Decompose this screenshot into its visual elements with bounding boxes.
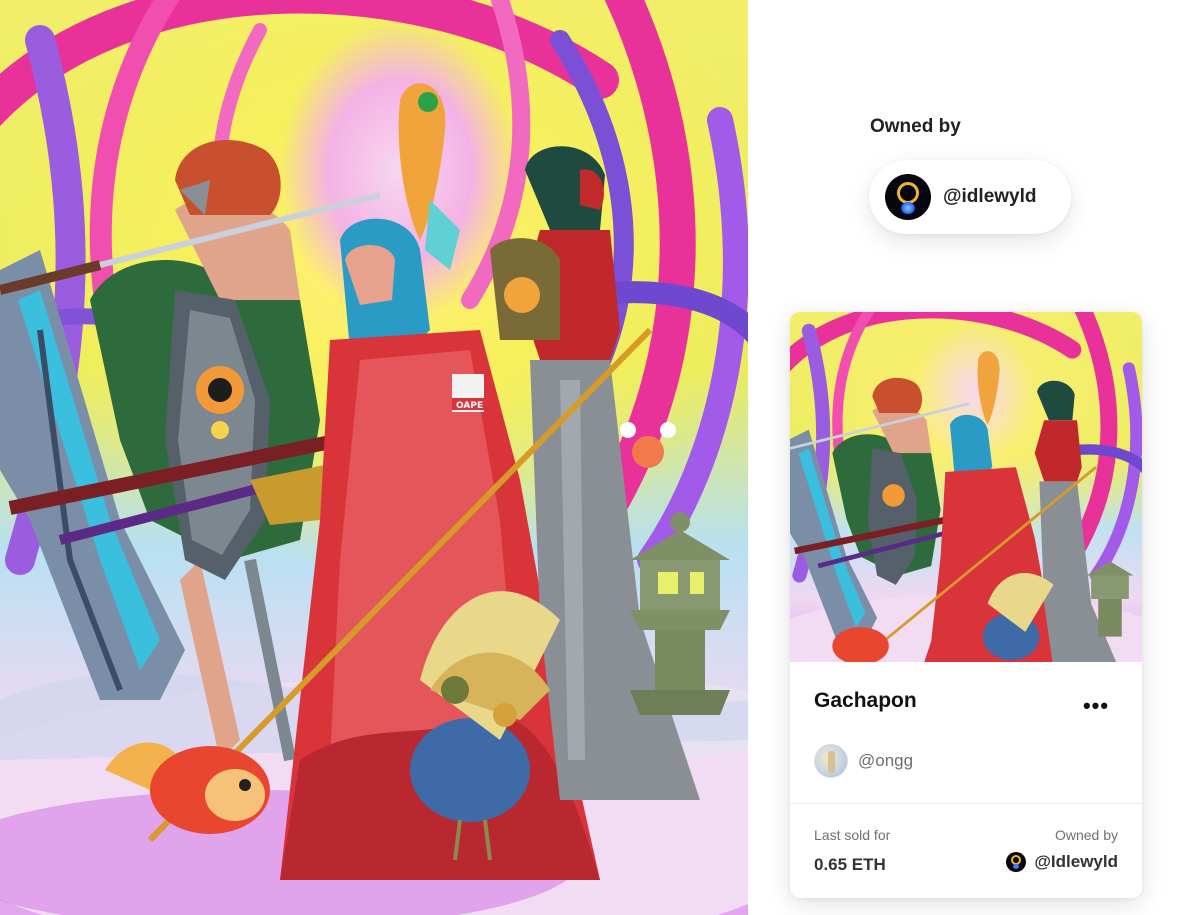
more-options-button[interactable]: •••	[1078, 692, 1114, 720]
oape-badge-text: OAPE	[456, 401, 483, 411]
card-divider	[790, 803, 1142, 804]
last-sold-value: 0.65 ETH	[814, 855, 886, 874]
card-owner-link[interactable]: @Idlewyld	[1006, 852, 1118, 872]
card-owner-avatar	[1006, 852, 1027, 872]
nft-card[interactable]: Gachapon ••• @ongg Last sold for 0.65 ET…	[790, 312, 1142, 898]
floating-creature	[632, 436, 664, 468]
creator-avatar	[814, 744, 848, 778]
artwork-image[interactable]: 17 OAPE	[0, 0, 748, 915]
thumbnail-illustration	[790, 312, 1142, 662]
creator-link[interactable]: @ongg	[814, 744, 913, 778]
owner-chip[interactable]: @idlewyld	[869, 160, 1071, 234]
last-sold-label: Last sold for	[814, 827, 891, 843]
artwork-illustration: 17 OAPE	[0, 0, 748, 915]
owner-avatar	[885, 174, 931, 220]
card-artwork-thumbnail[interactable]	[790, 312, 1142, 662]
owned-by-heading: Owned by	[870, 116, 961, 137]
owner-handle: @idlewyld	[943, 186, 1037, 207]
card-title: Gachapon	[814, 689, 917, 712]
creator-handle: @ongg	[858, 751, 914, 770]
owned-by-label: Owned by	[1054, 827, 1118, 843]
card-owner-handle: @Idlewyld	[1034, 852, 1118, 871]
